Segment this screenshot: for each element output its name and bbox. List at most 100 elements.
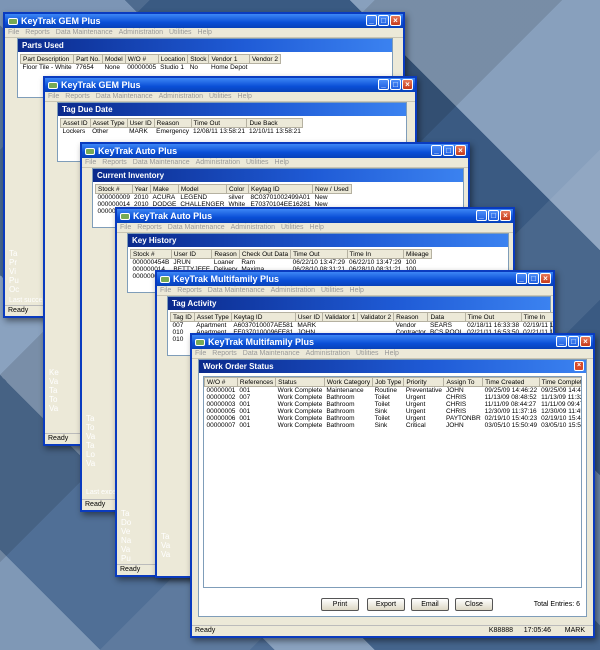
minimize-icon[interactable]: _ bbox=[516, 273, 527, 284]
column-header[interactable]: User ID bbox=[170, 249, 213, 259]
close-icon[interactable]: × bbox=[402, 79, 413, 90]
work-order-list[interactable]: W/O # References Status Work Category Job Ty… bbox=[203, 376, 582, 588]
table-row[interactable]: 00000005 001 Work Complete Bathroom Sink Urge… bbox=[205, 408, 582, 415]
column-header[interactable]: W/O # bbox=[124, 54, 159, 64]
export-button[interactable]: Export bbox=[367, 598, 405, 611]
menu-item[interactable]: Data Maintenance bbox=[208, 287, 265, 294]
column-header[interactable]: Stock # bbox=[95, 184, 133, 194]
column-header[interactable]: Model bbox=[177, 184, 227, 194]
menu-item[interactable]: Administration bbox=[231, 224, 275, 231]
table-row[interactable]: 00000001 001 Work Complete Maintenance Routi… bbox=[205, 387, 582, 395]
column-header[interactable]: References bbox=[236, 377, 277, 387]
table-row[interactable]: Floor Tile - White 77654 None 00000005 Studi… bbox=[21, 64, 281, 72]
menu-item[interactable]: Help bbox=[385, 350, 399, 357]
work-order-table[interactable]: W/O # References Status Work Category Job Ty… bbox=[204, 377, 582, 429]
column-header[interactable]: Time Created bbox=[482, 377, 540, 387]
column-header[interactable]: User ID bbox=[294, 312, 323, 322]
menu-item[interactable]: Reports bbox=[102, 159, 127, 166]
menu-item[interactable]: Help bbox=[310, 224, 324, 231]
column-header[interactable]: Data bbox=[427, 312, 466, 322]
menu-item[interactable]: Reports bbox=[137, 224, 162, 231]
table-row[interactable]: 00000007 001 Work Complete Bathroom Sink Crit… bbox=[205, 422, 582, 429]
menu-item[interactable]: Data Maintenance bbox=[96, 93, 153, 100]
menu-item[interactable]: File bbox=[120, 224, 131, 231]
menu-item[interactable]: File bbox=[48, 93, 59, 100]
maximize-icon[interactable]: □ bbox=[528, 273, 539, 284]
close-icon[interactable]: × bbox=[540, 273, 551, 284]
column-header[interactable]: Keytag ID bbox=[248, 184, 314, 194]
menu-item[interactable]: File bbox=[8, 29, 19, 36]
column-header[interactable]: Time Out bbox=[290, 249, 348, 259]
column-header[interactable]: Stock bbox=[187, 54, 210, 64]
menu-item[interactable]: Utilities bbox=[356, 350, 379, 357]
menu-item[interactable]: Data Maintenance bbox=[168, 224, 225, 231]
close-icon[interactable]: × bbox=[500, 210, 511, 221]
column-header[interactable]: User ID bbox=[126, 118, 155, 128]
table-row[interactable]: 007 Apartment A6037010007AE581 MARK Vendor SE… bbox=[171, 322, 554, 330]
menu-item[interactable]: Help bbox=[198, 29, 212, 36]
menu-item[interactable]: Utilities bbox=[321, 287, 344, 294]
maximize-icon[interactable]: □ bbox=[443, 145, 454, 156]
column-header[interactable]: Due Back bbox=[246, 118, 304, 128]
title-bar[interactable]: KeyTrak GEM Plus _ □ × bbox=[5, 14, 403, 28]
column-header[interactable]: Vendor 2 bbox=[248, 54, 281, 64]
column-header[interactable]: Time Completed bbox=[538, 377, 581, 387]
column-header[interactable]: Part Description bbox=[19, 54, 75, 64]
column-header[interactable]: Make bbox=[150, 184, 179, 194]
menu-item[interactable]: Reports bbox=[212, 350, 237, 357]
minimize-icon[interactable]: _ bbox=[556, 336, 567, 347]
minimize-icon[interactable]: _ bbox=[431, 145, 442, 156]
column-header[interactable]: Model bbox=[101, 54, 126, 64]
column-header[interactable]: Keytag ID bbox=[230, 312, 296, 322]
menu-item[interactable]: Reports bbox=[177, 287, 202, 294]
tag-due-table[interactable]: Asset ID Asset Type User ID Reason Time Out D… bbox=[60, 118, 304, 135]
table-row[interactable]: 000000009 2010 ACURA LEGEND silver 8C03701002… bbox=[96, 194, 352, 202]
table-row[interactable]: 00000003 001 Work Complete Bathroom Toilet Ur… bbox=[205, 401, 582, 408]
column-header[interactable]: Time Out bbox=[464, 312, 522, 322]
menu-item[interactable]: Administration bbox=[159, 93, 203, 100]
minimize-icon[interactable]: _ bbox=[476, 210, 487, 221]
column-header[interactable]: Reason bbox=[153, 118, 192, 128]
column-header[interactable]: Reason bbox=[393, 312, 429, 322]
minimize-icon[interactable]: _ bbox=[378, 79, 389, 90]
menu-item[interactable]: Help bbox=[350, 287, 364, 294]
column-header[interactable]: Assign To bbox=[443, 377, 484, 387]
column-header[interactable]: Asset ID bbox=[60, 118, 91, 128]
menu-item[interactable]: Data Maintenance bbox=[56, 29, 113, 36]
parts-table[interactable]: Part Description Part No. Model W/O # Locati… bbox=[19, 54, 281, 72]
menu-item[interactable]: Help bbox=[238, 93, 252, 100]
menu-item[interactable]: File bbox=[85, 159, 96, 166]
menu-item[interactable]: Administration bbox=[271, 287, 315, 294]
column-header[interactable]: Location bbox=[157, 54, 189, 64]
menu-item[interactable]: Utilities bbox=[169, 29, 192, 36]
menu-item[interactable]: Reports bbox=[25, 29, 50, 36]
close-icon[interactable]: × bbox=[455, 145, 466, 156]
column-header[interactable]: Time In bbox=[346, 249, 404, 259]
close-icon[interactable]: × bbox=[574, 361, 584, 371]
column-header[interactable]: Vendor 1 bbox=[208, 54, 250, 64]
menu-item[interactable]: File bbox=[195, 350, 206, 357]
column-header[interactable]: Asset Type bbox=[89, 118, 128, 128]
menu-item[interactable]: File bbox=[160, 287, 171, 294]
title-bar[interactable]: KeyTrak Multifamily Plus _ □ × bbox=[157, 272, 553, 286]
column-header[interactable]: Validator 2 bbox=[357, 312, 395, 322]
title-bar[interactable]: KeyTrak Multifamily Plus _ □ × bbox=[192, 335, 593, 349]
close-icon[interactable]: × bbox=[390, 15, 401, 26]
menu-item[interactable]: Reports bbox=[65, 93, 90, 100]
column-header[interactable]: Time In bbox=[520, 312, 553, 322]
column-header[interactable]: Check Out Data bbox=[238, 249, 292, 259]
column-header[interactable]: Stock # bbox=[130, 249, 172, 259]
title-bar[interactable]: KeyTrak GEM Plus _ □ × bbox=[45, 78, 415, 92]
column-header[interactable]: W/O # bbox=[204, 377, 238, 387]
menu-item[interactable]: Administration bbox=[196, 159, 240, 166]
menu-item[interactable]: Data Maintenance bbox=[133, 159, 190, 166]
minimize-icon[interactable]: _ bbox=[366, 15, 377, 26]
table-row[interactable]: 000000454B JRUN Loaner Ram 06/22/10 13:47:29… bbox=[131, 259, 432, 267]
column-header[interactable]: Year bbox=[131, 184, 152, 194]
menu-item[interactable]: Utilities bbox=[209, 93, 232, 100]
column-header[interactable]: Status bbox=[275, 377, 325, 387]
print-button[interactable]: Print bbox=[321, 598, 359, 611]
column-header[interactable]: Asset Type bbox=[193, 312, 232, 322]
title-bar[interactable]: KeyTrak Auto Plus _ □ × bbox=[82, 144, 468, 158]
close-icon[interactable]: × bbox=[580, 336, 591, 347]
